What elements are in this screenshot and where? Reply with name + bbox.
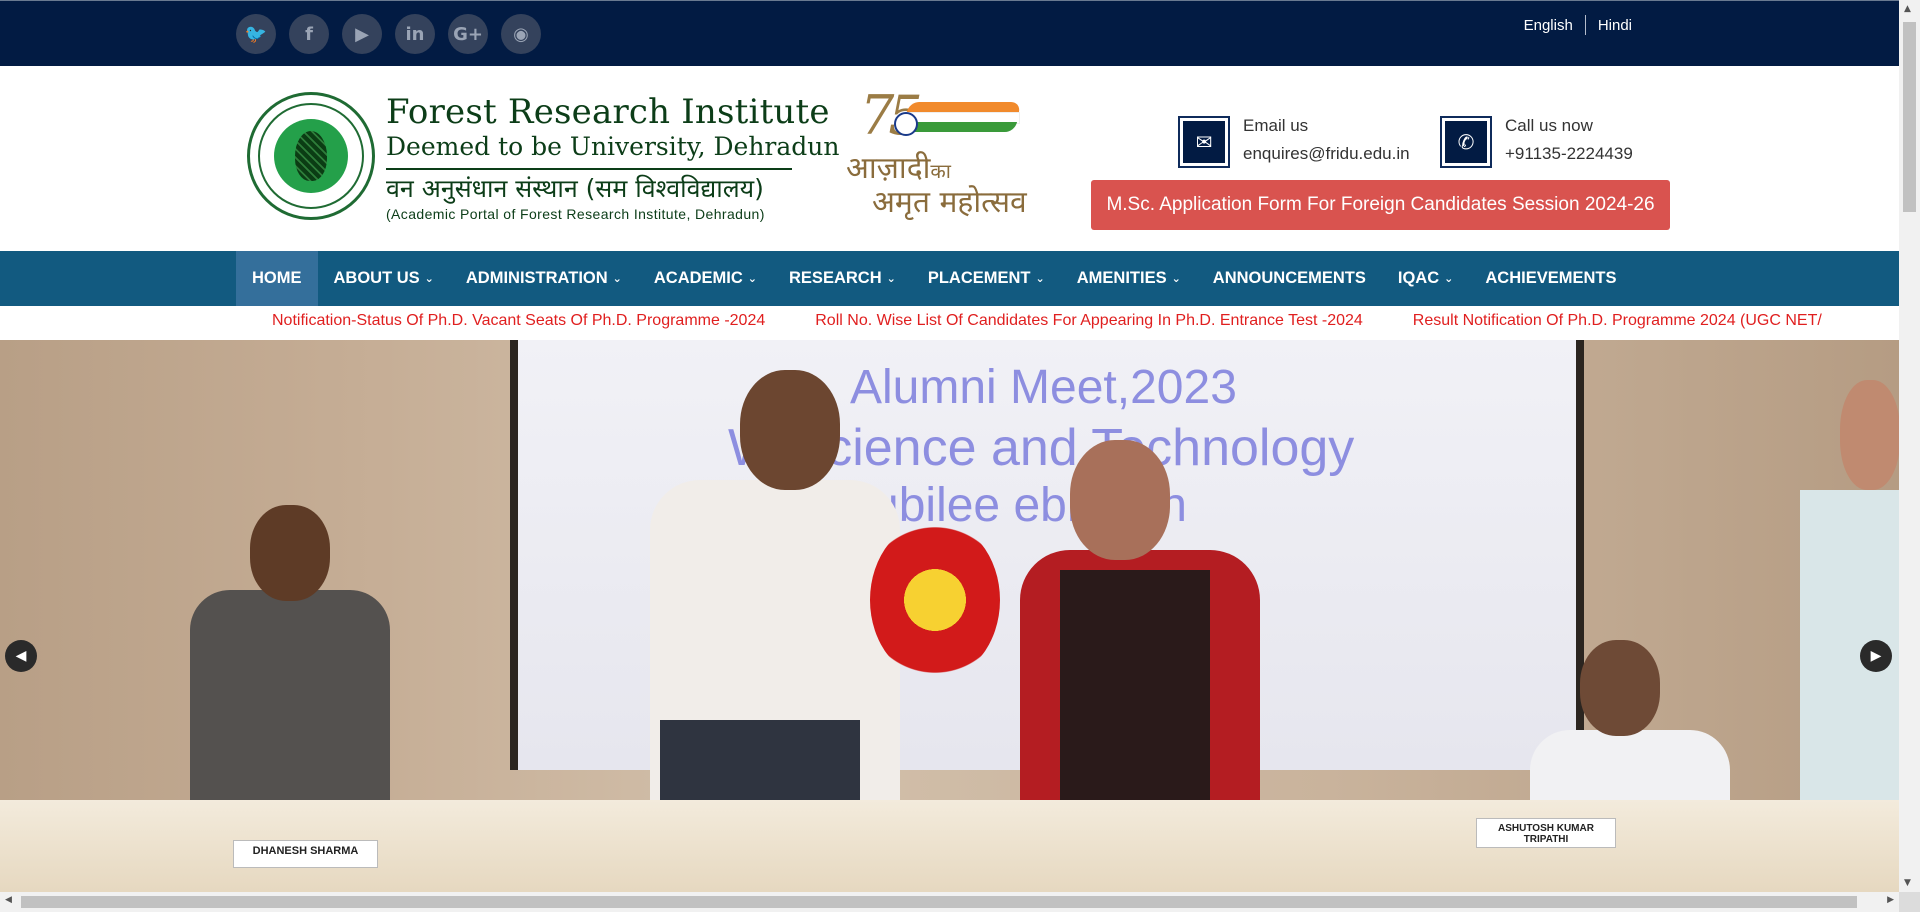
person-figure xyxy=(1840,380,1899,490)
nav-item-label: IQAC xyxy=(1397,269,1440,287)
chevron-down-icon: ⌄ xyxy=(1035,272,1045,285)
horizontal-scroll-thumb[interactable] xyxy=(21,896,1857,908)
slider-prev-arrow-icon[interactable]: ◀ xyxy=(5,640,37,672)
language-switcher: English Hindi xyxy=(1512,15,1644,35)
nameplate: ASHUTOSH KUMAR TRIPATHI xyxy=(1476,818,1616,848)
phone-label: Call us now xyxy=(1505,116,1593,135)
scroll-right-icon[interactable]: ▶ xyxy=(1887,895,1894,905)
nav-item-placement[interactable]: PLACEMENT ⌄ xyxy=(912,251,1061,306)
person-figure xyxy=(1580,640,1660,736)
email-value[interactable]: enquires@fridu.edu.in xyxy=(1243,140,1410,168)
fri-logo[interactable] xyxy=(247,92,375,220)
linkedin-icon[interactable]: in xyxy=(395,14,435,54)
chevron-down-icon: ⌄ xyxy=(424,272,434,285)
main-navigation: HOME ABOUT US ⌄ ADMINISTRATION ⌄ ACADEMIC ⌄ RES… xyxy=(0,251,1899,306)
title-rule xyxy=(386,168,792,170)
flag-saffron xyxy=(906,102,1022,112)
scroll-left-icon[interactable]: ◀ xyxy=(5,895,12,905)
nameplate: DHANESH SHARMA xyxy=(233,840,378,868)
person-figure xyxy=(1070,440,1170,560)
logo-ring xyxy=(258,103,364,209)
title-line2: Deemed to be University, Dehradun xyxy=(386,132,840,161)
foreign-application-button[interactable]: M.Sc. Application Form For Foreign Candi… xyxy=(1091,180,1670,230)
institute-title[interactable]: Forest Research Institute Deemed to be U… xyxy=(386,92,839,224)
hero-slider: Alumni Meet,2023 W Science and Technolog… xyxy=(0,340,1899,892)
google-plus-icon[interactable]: G+ xyxy=(448,14,488,54)
email-contact: ✉ Email us enquires@fridu.edu.in xyxy=(1178,116,1410,168)
person-figure xyxy=(250,505,330,601)
site-header: Forest Research Institute Deemed to be U… xyxy=(0,66,1899,251)
chevron-down-icon: ⌄ xyxy=(886,272,896,285)
nav-item-label: ADMINISTRATION xyxy=(465,269,608,287)
phone-value[interactable]: +91135-2224439 xyxy=(1505,140,1633,168)
rss-icon[interactable]: ◉ xyxy=(501,14,541,54)
social-links: 🐦 f ▶ in G+ ◉ xyxy=(236,14,541,54)
chakra-icon xyxy=(894,112,918,136)
phone-text: Call us now +91135-2224439 xyxy=(1505,112,1633,168)
scroll-down-icon[interactable]: ▼ xyxy=(1904,878,1911,888)
nav-item-label: AMENITIES xyxy=(1076,269,1167,287)
youtube-icon[interactable]: ▶ xyxy=(342,14,382,54)
pine-cone-icon xyxy=(295,131,327,181)
email-text: Email us enquires@fridu.edu.in xyxy=(1243,112,1410,168)
nav-item-academic[interactable]: ACADEMIC ⌄ xyxy=(638,251,773,306)
scroll-up-icon[interactable]: ▲ xyxy=(1904,4,1911,14)
chevron-down-icon: ⌄ xyxy=(1444,272,1454,285)
vertical-scroll-thumb[interactable] xyxy=(1903,22,1916,212)
news-ticker: Notification-Status Of Ph.D. Vacant Seat… xyxy=(0,306,1899,340)
nav-item-label: RESEARCH xyxy=(789,269,882,287)
title-sub: (Academic Portal of Forest Research Inst… xyxy=(386,206,765,222)
nav-item-label: HOME xyxy=(252,269,302,287)
title-line1: Forest Research Institute xyxy=(386,92,830,132)
nav-item-administration[interactable]: ADMINISTRATION ⌄ xyxy=(450,251,638,306)
nav-item-label: ACADEMIC xyxy=(653,269,743,287)
nav-item-iqac[interactable]: IQAC ⌄ xyxy=(1382,251,1469,306)
top-bar: 🐦 f ▶ in G+ ◉ English Hindi xyxy=(0,0,1899,66)
vertical-scrollbar[interactable]: ▲ ▼ xyxy=(1899,0,1920,892)
email-icon-box: ✉ xyxy=(1178,116,1230,168)
title-hindi: वन अनुसंधान संस्थान (सम विश्वविद्यालय) xyxy=(386,174,764,203)
ticker-item[interactable]: Result Notification Of Ph.D. Programme 2… xyxy=(1413,312,1822,330)
scrollbar-corner xyxy=(1899,892,1920,912)
nav-item-research[interactable]: RESEARCH ⌄ xyxy=(773,251,912,306)
language-english-link[interactable]: English xyxy=(1512,17,1585,34)
person-figure xyxy=(740,370,840,490)
nav-item-label: ACHIEVEMENTS xyxy=(1485,269,1617,287)
slider-next-arrow-icon[interactable]: ▶ xyxy=(1860,640,1892,672)
nav-item-home[interactable]: HOME xyxy=(236,251,318,306)
chevron-down-icon: ⌄ xyxy=(1171,272,1181,285)
nav-item-label: ABOUT US xyxy=(333,269,420,287)
language-hindi-link[interactable]: Hindi xyxy=(1586,17,1644,34)
nav-item-label: PLACEMENT xyxy=(927,269,1031,287)
nav-item-label: ANNOUNCEMENTS xyxy=(1212,269,1366,287)
screen-text: Alumni Meet,2023 xyxy=(850,361,1237,414)
nav-item-announcements[interactable]: ANNOUNCEMENTS xyxy=(1197,251,1382,306)
azadi-line2: अमृत महोत्सव xyxy=(872,185,1027,220)
ticker-item[interactable]: Notification-Status Of Ph.D. Vacant Seat… xyxy=(272,312,765,330)
logo-core xyxy=(274,119,348,193)
phone-contact: ✆ Call us now +91135-2224439 xyxy=(1440,116,1633,168)
nav-item-amenities[interactable]: AMENITIES ⌄ xyxy=(1061,251,1197,306)
horizontal-scrollbar[interactable]: ◀ ▶ xyxy=(0,892,1899,912)
facebook-icon[interactable]: f xyxy=(289,14,329,54)
phone-icon: ✆ xyxy=(1445,121,1487,163)
flag-green xyxy=(902,122,1018,132)
chevron-down-icon: ⌄ xyxy=(612,272,622,285)
ticker-item[interactable]: Roll No. Wise List Of Candidates For App… xyxy=(815,312,1363,330)
nav-item-achievements[interactable]: ACHIEVEMENTS xyxy=(1469,251,1632,306)
twitter-icon[interactable]: 🐦 xyxy=(236,14,276,54)
chevron-down-icon: ⌄ xyxy=(747,272,758,285)
azadi-ka-amrit-mahotsav-logo: 75 आज़ादीका अमृत महोत्सव xyxy=(846,84,1036,220)
envelope-icon: ✉ xyxy=(1183,121,1225,163)
phone-icon-box: ✆ xyxy=(1440,116,1492,168)
email-label: Email us xyxy=(1243,116,1309,135)
nav-item-about-us[interactable]: ABOUT US ⌄ xyxy=(318,251,450,306)
flower-bouquet xyxy=(870,520,1000,680)
